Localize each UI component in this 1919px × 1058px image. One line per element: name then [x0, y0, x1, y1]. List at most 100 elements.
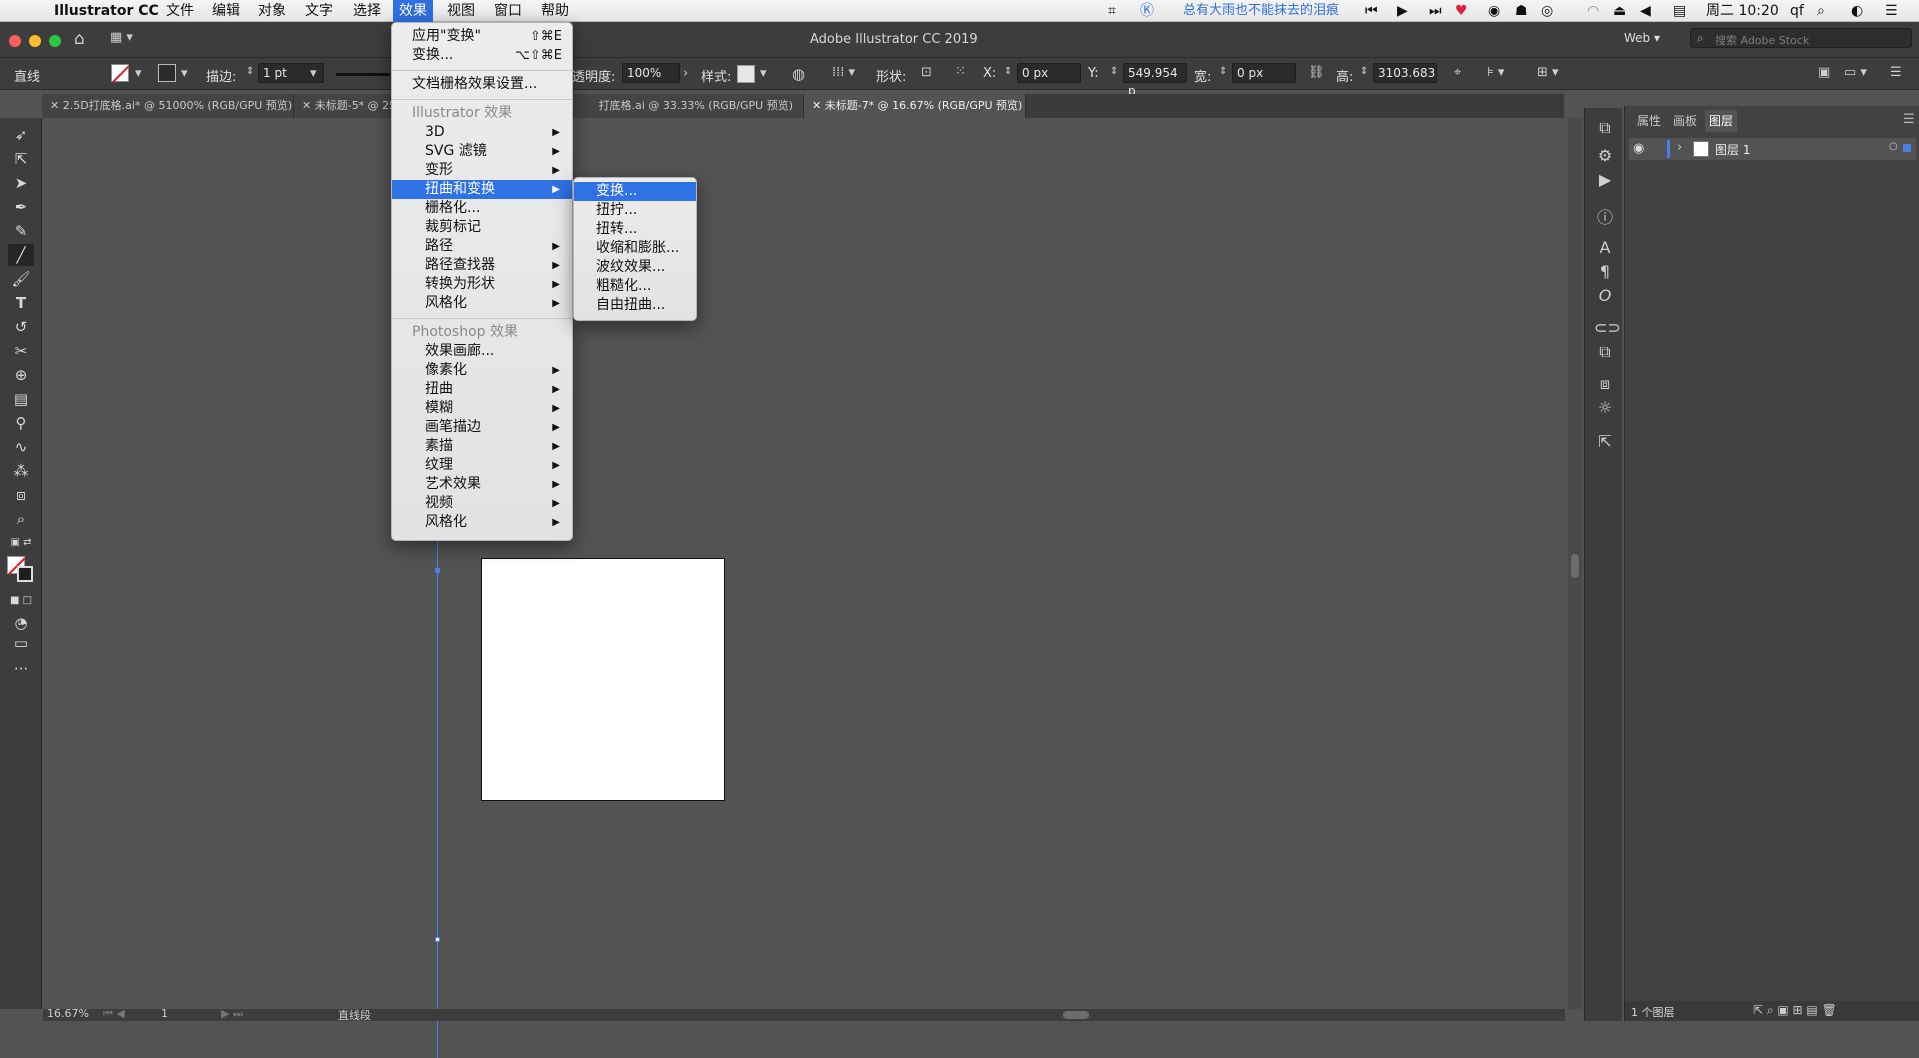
- artboard-nav-next-last-icon[interactable]: ▶ ⏭: [221, 1007, 243, 1021]
- home-icon[interactable]: ⌂: [74, 29, 85, 49]
- layers-footer-icons[interactable]: ⇱ ⌕ ▣ ⊞ ▤ 🗑: [1753, 1003, 1837, 1018]
- wifi-icon[interactable]: ◠: [1587, 0, 1599, 22]
- menu-item-distort[interactable]: 扭曲 ▶: [392, 380, 572, 399]
- paragraph-icon[interactable]: ¶: [1594, 262, 1616, 281]
- menu-item-stylize-ps[interactable]: 风格化 ▶: [392, 513, 572, 532]
- opentype-icon[interactable]: O: [1594, 286, 1616, 305]
- width-field[interactable]: 0 px: [1232, 63, 1296, 83]
- appearance-icon[interactable]: ☼: [1594, 398, 1616, 417]
- x-field[interactable]: 0 px: [1017, 63, 1081, 83]
- tab-artboards[interactable]: 画板: [1669, 110, 1701, 132]
- export-icon[interactable]: ⇱: [1594, 432, 1616, 451]
- siri-icon[interactable]: ◐: [1851, 0, 1863, 22]
- qq-icon[interactable]: ☗: [1515, 0, 1528, 22]
- apply-last-effect-item[interactable]: 应用"变换" ⇧⌘E: [392, 27, 572, 46]
- tab-properties[interactable]: 属性: [1633, 110, 1665, 132]
- layer-row[interactable]: ◉ › 图层 1 ○: [1629, 138, 1916, 160]
- menu-item-path[interactable]: 路径 ▶: [392, 237, 572, 256]
- eyedropper-tool-icon[interactable]: ⚲: [8, 412, 34, 434]
- libraries-icon[interactable]: ⧉: [1594, 118, 1616, 138]
- vertical-scroll-thumb[interactable]: [1571, 554, 1579, 578]
- horizontal-scroll-thumb[interactable]: [1063, 1011, 1089, 1019]
- edit-toolbar-icon[interactable]: ···: [8, 658, 34, 680]
- clock[interactable]: 周二 10:20: [1706, 0, 1779, 22]
- submenu-item-pucker[interactable]: 扭拧...: [574, 201, 696, 220]
- close-window-button[interactable]: [9, 35, 21, 47]
- artboard-number[interactable]: 1: [161, 1007, 168, 1020]
- submenu-item-transform[interactable]: 变换...: [574, 182, 696, 201]
- curvature-tool-icon[interactable]: ✎: [8, 220, 34, 242]
- selection-indicator[interactable]: [1903, 144, 1911, 152]
- play-icon[interactable]: ▶: [1397, 0, 1408, 22]
- menu-type[interactable]: 文字: [305, 0, 333, 22]
- stroke-stepper[interactable]: ⇕: [246, 66, 254, 77]
- artboards-icon[interactable]: ⧉: [1594, 342, 1616, 362]
- heart-icon[interactable]: ♥: [1455, 0, 1468, 22]
- info-icon[interactable]: ⓘ: [1594, 204, 1616, 228]
- panel-menu-icon[interactable]: ☰: [1903, 112, 1915, 127]
- submenu-item-pucker-bloat[interactable]: 收缩和膨胀...: [574, 239, 696, 258]
- document-tab[interactable]: ✕ 2.5D打底格.ai* @ 51000% (RGB/GPU 预览): [42, 94, 294, 118]
- menu-item-stylize[interactable]: 风格化 ▶: [392, 294, 572, 313]
- height-field[interactable]: 3103.683: [1373, 63, 1437, 83]
- close-tab-icon[interactable]: ✕: [50, 99, 63, 112]
- style-dropdown-icon[interactable]: ▾: [760, 66, 767, 81]
- spotlight-icon[interactable]: ⌕: [1817, 0, 1825, 22]
- user-name[interactable]: qf: [1790, 0, 1804, 22]
- visibility-eye-icon[interactable]: ◉: [1633, 141, 1644, 156]
- menu-item-crop-marks[interactable]: 裁剪标记: [392, 218, 572, 237]
- menu-item-effect-gallery[interactable]: 效果画廊...: [392, 342, 572, 361]
- crop-icon[interactable]: ⌗: [1108, 0, 1116, 22]
- menu-help[interactable]: 帮助: [541, 0, 569, 22]
- height-stepper[interactable]: ⇕: [1360, 66, 1368, 77]
- graphic-style-swatch[interactable]: [737, 65, 755, 83]
- recolor-artwork-icon[interactable]: ◍: [792, 65, 805, 83]
- next-track-icon[interactable]: ⏭: [1429, 0, 1442, 22]
- type-tool-icon[interactable]: T: [8, 292, 34, 314]
- fill-dropdown-icon[interactable]: ▾: [135, 66, 142, 81]
- arrange-icon[interactable]: ▣: [1818, 65, 1830, 80]
- now-playing-text[interactable]: 总有大雨也不能抹去的泪痕: [1183, 0, 1339, 22]
- menu-item-video[interactable]: 视频 ▶: [392, 494, 572, 513]
- transform-reference-icon[interactable]: ⊡: [921, 65, 932, 80]
- menu-file[interactable]: 文件: [166, 0, 194, 22]
- menu-view[interactable]: 视图: [447, 0, 475, 22]
- input-flag-icon[interactable]: ▤: [1673, 0, 1686, 22]
- y-field[interactable]: 549.954 p: [1123, 63, 1187, 98]
- menu-edit[interactable]: 编辑: [212, 0, 240, 22]
- default-colors-icon[interactable]: ▣ ⇄: [8, 532, 34, 554]
- menu-item-brush-strokes[interactable]: 画笔描边 ▶: [392, 418, 572, 437]
- direct-selection-tool-icon[interactable]: ⇱: [8, 148, 34, 170]
- reference-point-grid-icon[interactable]: ⁙: [955, 64, 966, 79]
- menu-item-3d[interactable]: 3D ▶: [392, 123, 572, 142]
- selection-tool-icon[interactable]: ➶: [8, 124, 34, 146]
- zoom-level[interactable]: 16.67%: [47, 1007, 89, 1020]
- menu-item-sketch[interactable]: 素描 ▶: [392, 437, 572, 456]
- asset-export-icon[interactable]: ⧈: [1594, 374, 1616, 394]
- group-selection-icon[interactable]: ➤: [8, 172, 34, 194]
- menu-item-rasterize[interactable]: 栅格化...: [392, 199, 572, 218]
- color-mode-icons[interactable]: ■ □ ⧄: [8, 590, 34, 628]
- x-stepper[interactable]: ⇕: [1004, 66, 1012, 77]
- align-to-icon[interactable]: ⁞⁞⁞ ▾: [832, 65, 855, 80]
- menu-item-svg-filters[interactable]: SVG 滤镜 ▶: [392, 142, 572, 161]
- layer-name[interactable]: 图层 1: [1715, 141, 1750, 158]
- actions-play-icon[interactable]: ▶: [1594, 170, 1616, 189]
- line-anchor-point[interactable]: [435, 937, 440, 942]
- zoom-tool-icon[interactable]: ⌕: [8, 508, 34, 530]
- menu-window[interactable]: 窗口: [494, 0, 522, 22]
- menu-object[interactable]: 对象: [258, 0, 286, 22]
- blend-tool-icon[interactable]: ∿: [8, 436, 34, 458]
- raster-settings-item[interactable]: 文档栅格效果设置...: [392, 75, 572, 94]
- menu-item-pathfinder[interactable]: 路径查找器 ▶: [392, 256, 572, 275]
- transform-icon[interactable]: ⌖: [1454, 65, 1461, 80]
- control-bar-menu-icon[interactable]: ☰: [1890, 65, 1902, 80]
- submenu-item-zig-zag[interactable]: 波纹效果...: [574, 258, 696, 277]
- scissors-tool-icon[interactable]: ✂: [8, 340, 34, 362]
- close-tab-icon[interactable]: ✕: [812, 99, 825, 112]
- arrange-documents-icon[interactable]: ▦ ▾: [110, 30, 133, 45]
- pen-tool-icon[interactable]: ✒: [8, 196, 34, 218]
- width-stepper[interactable]: ⇕: [1219, 66, 1227, 77]
- opacity-expand-icon[interactable]: ›: [683, 66, 688, 81]
- close-tab-icon[interactable]: ✕: [302, 99, 315, 112]
